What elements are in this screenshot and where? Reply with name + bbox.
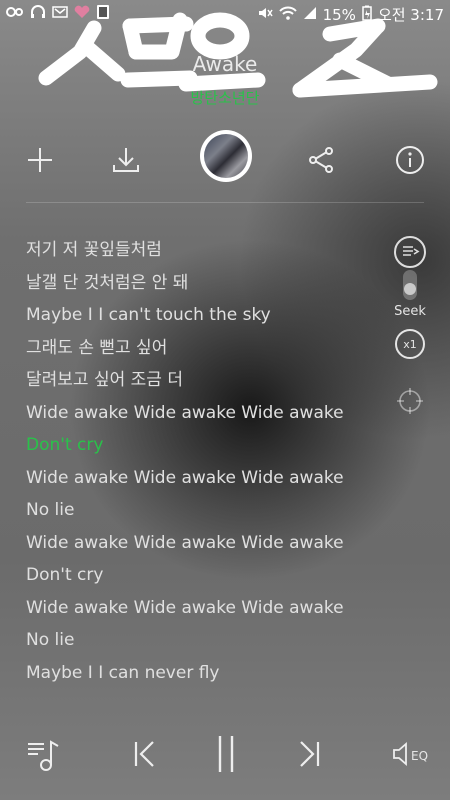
battery-percent: 15% bbox=[322, 5, 356, 24]
battery-icon bbox=[362, 5, 372, 25]
eq-label: EQ bbox=[410, 749, 429, 763]
info-icon bbox=[395, 145, 425, 179]
add-button[interactable] bbox=[20, 142, 60, 182]
sim-icon bbox=[96, 4, 110, 24]
share-icon bbox=[307, 146, 335, 178]
lyrics-menu-icon bbox=[403, 246, 420, 256]
equalizer-icon bbox=[392, 740, 410, 772]
lyric-line[interactable]: Wide awake Wide awake Wide awake bbox=[26, 529, 366, 562]
lyric-line[interactable]: Wide awake Wide awake Wide awake bbox=[26, 464, 366, 497]
next-button[interactable] bbox=[288, 734, 332, 778]
player-controls: EQ bbox=[0, 728, 450, 788]
seek-label: Seek bbox=[394, 304, 426, 319]
lyric-line[interactable]: Wide awake Wide awake Wide awake bbox=[26, 399, 366, 432]
album-art[interactable] bbox=[200, 130, 252, 182]
lyric-line[interactable]: Don't cry bbox=[26, 561, 366, 594]
speed-label: x1 bbox=[403, 337, 417, 351]
notification-icon bbox=[52, 5, 68, 23]
lyric-line[interactable]: No lie bbox=[26, 626, 366, 659]
lyric-line[interactable]: Wide awake Wide awake Wide awake bbox=[26, 594, 366, 627]
info-button[interactable] bbox=[390, 142, 430, 182]
lyric-line[interactable]: 저기 저 꽃잎들처럼 bbox=[26, 236, 366, 269]
previous-button[interactable] bbox=[122, 734, 166, 778]
next-icon bbox=[295, 738, 325, 774]
action-bar bbox=[0, 130, 450, 200]
lyric-line[interactable]: No lie bbox=[26, 496, 366, 529]
side-controls: Seek x1 bbox=[389, 236, 431, 415]
crosshair-icon bbox=[397, 388, 423, 414]
previous-icon bbox=[129, 738, 159, 774]
equalizer-button[interactable]: EQ bbox=[388, 734, 432, 778]
lyrics-list[interactable]: 저기 저 꽃잎들처럼 날갤 단 것처럼은 안 돼 Maybe I I can't t… bbox=[26, 236, 366, 691]
lyric-line[interactable]: 달려보고 싶어 조금 더 bbox=[26, 366, 366, 399]
song-title: Awake bbox=[192, 52, 258, 76]
status-bar: 15% 오전 3:17 bbox=[0, 0, 450, 28]
headphones-icon bbox=[30, 5, 46, 23]
plus-icon bbox=[26, 146, 54, 178]
seek-toggle[interactable] bbox=[403, 270, 417, 300]
artist-name[interactable]: 방탄소년단 bbox=[0, 87, 450, 108]
heart-icon bbox=[74, 5, 90, 23]
speed-button[interactable]: x1 bbox=[395, 329, 425, 359]
lyric-line-active[interactable]: Don't cry bbox=[26, 431, 366, 464]
share-button[interactable] bbox=[301, 142, 341, 182]
link-icon bbox=[6, 5, 24, 23]
divider bbox=[26, 202, 424, 203]
pause-button[interactable] bbox=[204, 734, 248, 778]
lyric-line[interactable]: Maybe I I can't touch the sky bbox=[26, 301, 366, 334]
download-icon bbox=[111, 145, 141, 179]
pause-icon bbox=[211, 732, 241, 780]
lyric-line[interactable]: 날갤 단 것처럼은 안 돼 bbox=[26, 269, 366, 302]
signal-icon bbox=[303, 6, 317, 24]
lyric-line[interactable]: 그래도 손 뻗고 싶어 bbox=[26, 334, 366, 367]
download-button[interactable] bbox=[106, 142, 146, 182]
sync-target-button[interactable] bbox=[396, 387, 424, 415]
wifi-icon bbox=[278, 6, 297, 24]
lyric-line[interactable]: Maybe I I can never fly bbox=[26, 659, 366, 692]
playlist-icon bbox=[24, 734, 64, 778]
playlist-button[interactable] bbox=[22, 734, 66, 778]
album-cover-image bbox=[204, 134, 248, 178]
clock: 오전 3:17 bbox=[377, 6, 444, 24]
lyrics-menu-button[interactable] bbox=[394, 236, 426, 268]
mute-icon bbox=[257, 6, 273, 24]
